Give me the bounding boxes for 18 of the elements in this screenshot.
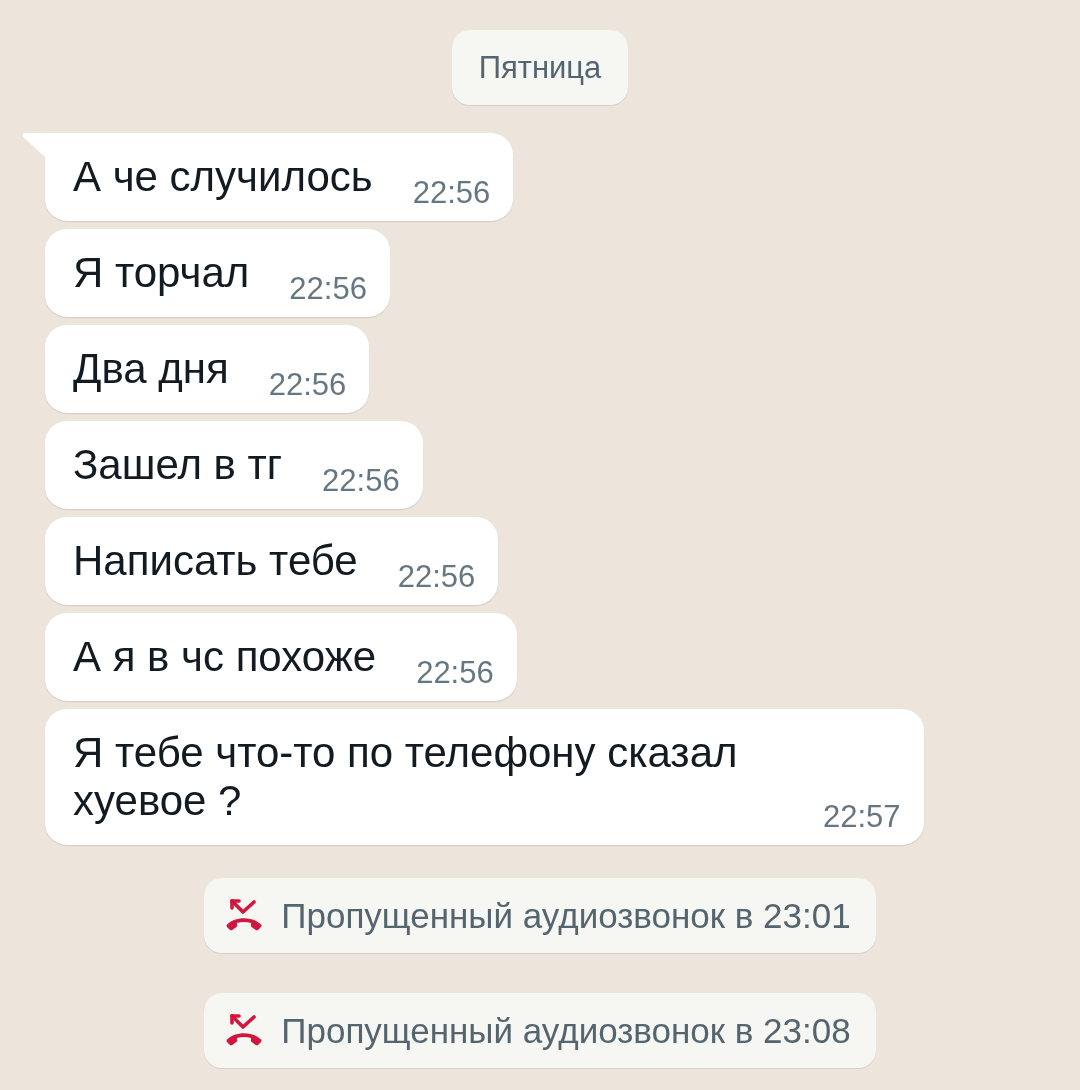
message-text: А я в чс похоже <box>73 633 377 681</box>
message-text: А че случилось <box>73 153 373 201</box>
message-time: 22:56 <box>397 560 476 594</box>
message-time: 22:57 <box>823 800 901 834</box>
message-text: Зашел в тг <box>73 441 283 489</box>
missed-call-icon <box>226 1014 263 1047</box>
message-time: 22:56 <box>322 464 400 498</box>
message-time: 22:56 <box>412 176 491 210</box>
message-time: 22:56 <box>416 656 494 690</box>
message-text: Я торчал <box>73 249 250 297</box>
message-text: Я тебе что-то по телефону сказал хуевое ? <box>73 729 739 825</box>
message-time: 22:56 <box>268 368 347 402</box>
missed-call-text: Пропущенный аудиозвонок в 23:01 <box>281 895 851 936</box>
message-text: Написать тебе <box>73 537 358 585</box>
message-time: 22:56 <box>289 272 367 306</box>
missed-call-icon <box>226 899 263 932</box>
message-text: Два дня <box>73 345 229 393</box>
missed-call-text: Пропущенный аудиозвонок в 23:08 <box>281 1010 851 1051</box>
